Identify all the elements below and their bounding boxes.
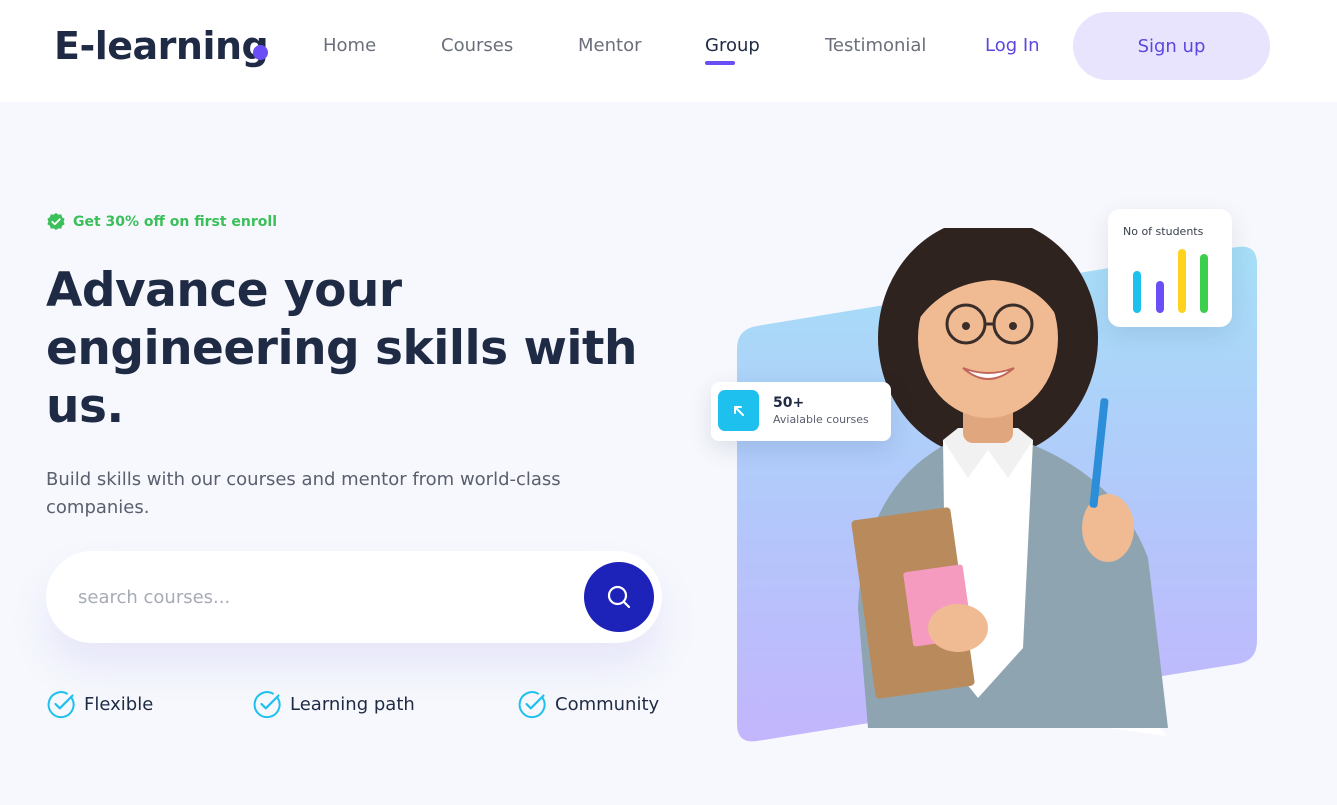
- courses-label: Avialable courses: [773, 413, 869, 426]
- feature-flexible: Flexible: [46, 688, 153, 720]
- chart-bar: [1156, 281, 1164, 313]
- hero-headline: Advance your engineering skills with us.: [46, 262, 646, 436]
- feature-label: Learning path: [290, 693, 415, 715]
- search-button[interactable]: [584, 562, 654, 632]
- nav-item-courses[interactable]: Courses: [441, 35, 513, 56]
- active-nav-indicator: [705, 61, 735, 65]
- search-icon: [607, 585, 631, 609]
- search-input[interactable]: [78, 581, 558, 613]
- feature-learning-path: Learning path: [252, 688, 415, 720]
- brand-logo[interactable]: E-learning: [54, 24, 269, 68]
- hero-subtext: Build skills with our courses and mentor…: [46, 469, 561, 518]
- arrow-up-left-icon: [733, 405, 744, 416]
- check-circle-icon: [518, 691, 546, 719]
- courses-count: 50+: [773, 395, 805, 411]
- feature-community: Community: [517, 688, 659, 720]
- nav-item-group[interactable]: Group: [705, 35, 760, 56]
- hero-headline-line: engineering skills with: [46, 321, 637, 376]
- stat-icon-badge: [718, 390, 759, 431]
- feature-label: Flexible: [84, 693, 154, 715]
- available-courses-card: 50+ Avialable courses: [711, 382, 891, 441]
- top-nav-bar: E-learning Home Courses Mentor Group Tes…: [0, 0, 1337, 102]
- brand-dot: [253, 45, 268, 60]
- students-chart-card: No of students: [1108, 209, 1232, 327]
- chart-bar: [1178, 249, 1186, 313]
- chart-bar: [1200, 254, 1208, 313]
- hero-headline-line: us.: [46, 379, 124, 434]
- check-circle-icon: [253, 691, 281, 719]
- course-search-bar: [46, 551, 662, 643]
- login-link[interactable]: Log In: [985, 35, 1040, 56]
- nav-item-mentor[interactable]: Mentor: [578, 35, 641, 56]
- nav-item-home[interactable]: Home: [323, 35, 376, 56]
- verified-badge-icon: [47, 213, 65, 230]
- nav-item-testimonial[interactable]: Testimonial: [825, 35, 926, 56]
- promo-text: Get 30% off on first enroll: [73, 214, 277, 230]
- check-circle-icon: [47, 691, 75, 719]
- feature-label: Community: [555, 693, 660, 715]
- chart-bar: [1133, 271, 1141, 313]
- signup-button[interactable]: Sign up: [1073, 12, 1270, 80]
- hero-headline-line: Advance your: [46, 263, 402, 318]
- students-bar-chart: [1133, 249, 1208, 313]
